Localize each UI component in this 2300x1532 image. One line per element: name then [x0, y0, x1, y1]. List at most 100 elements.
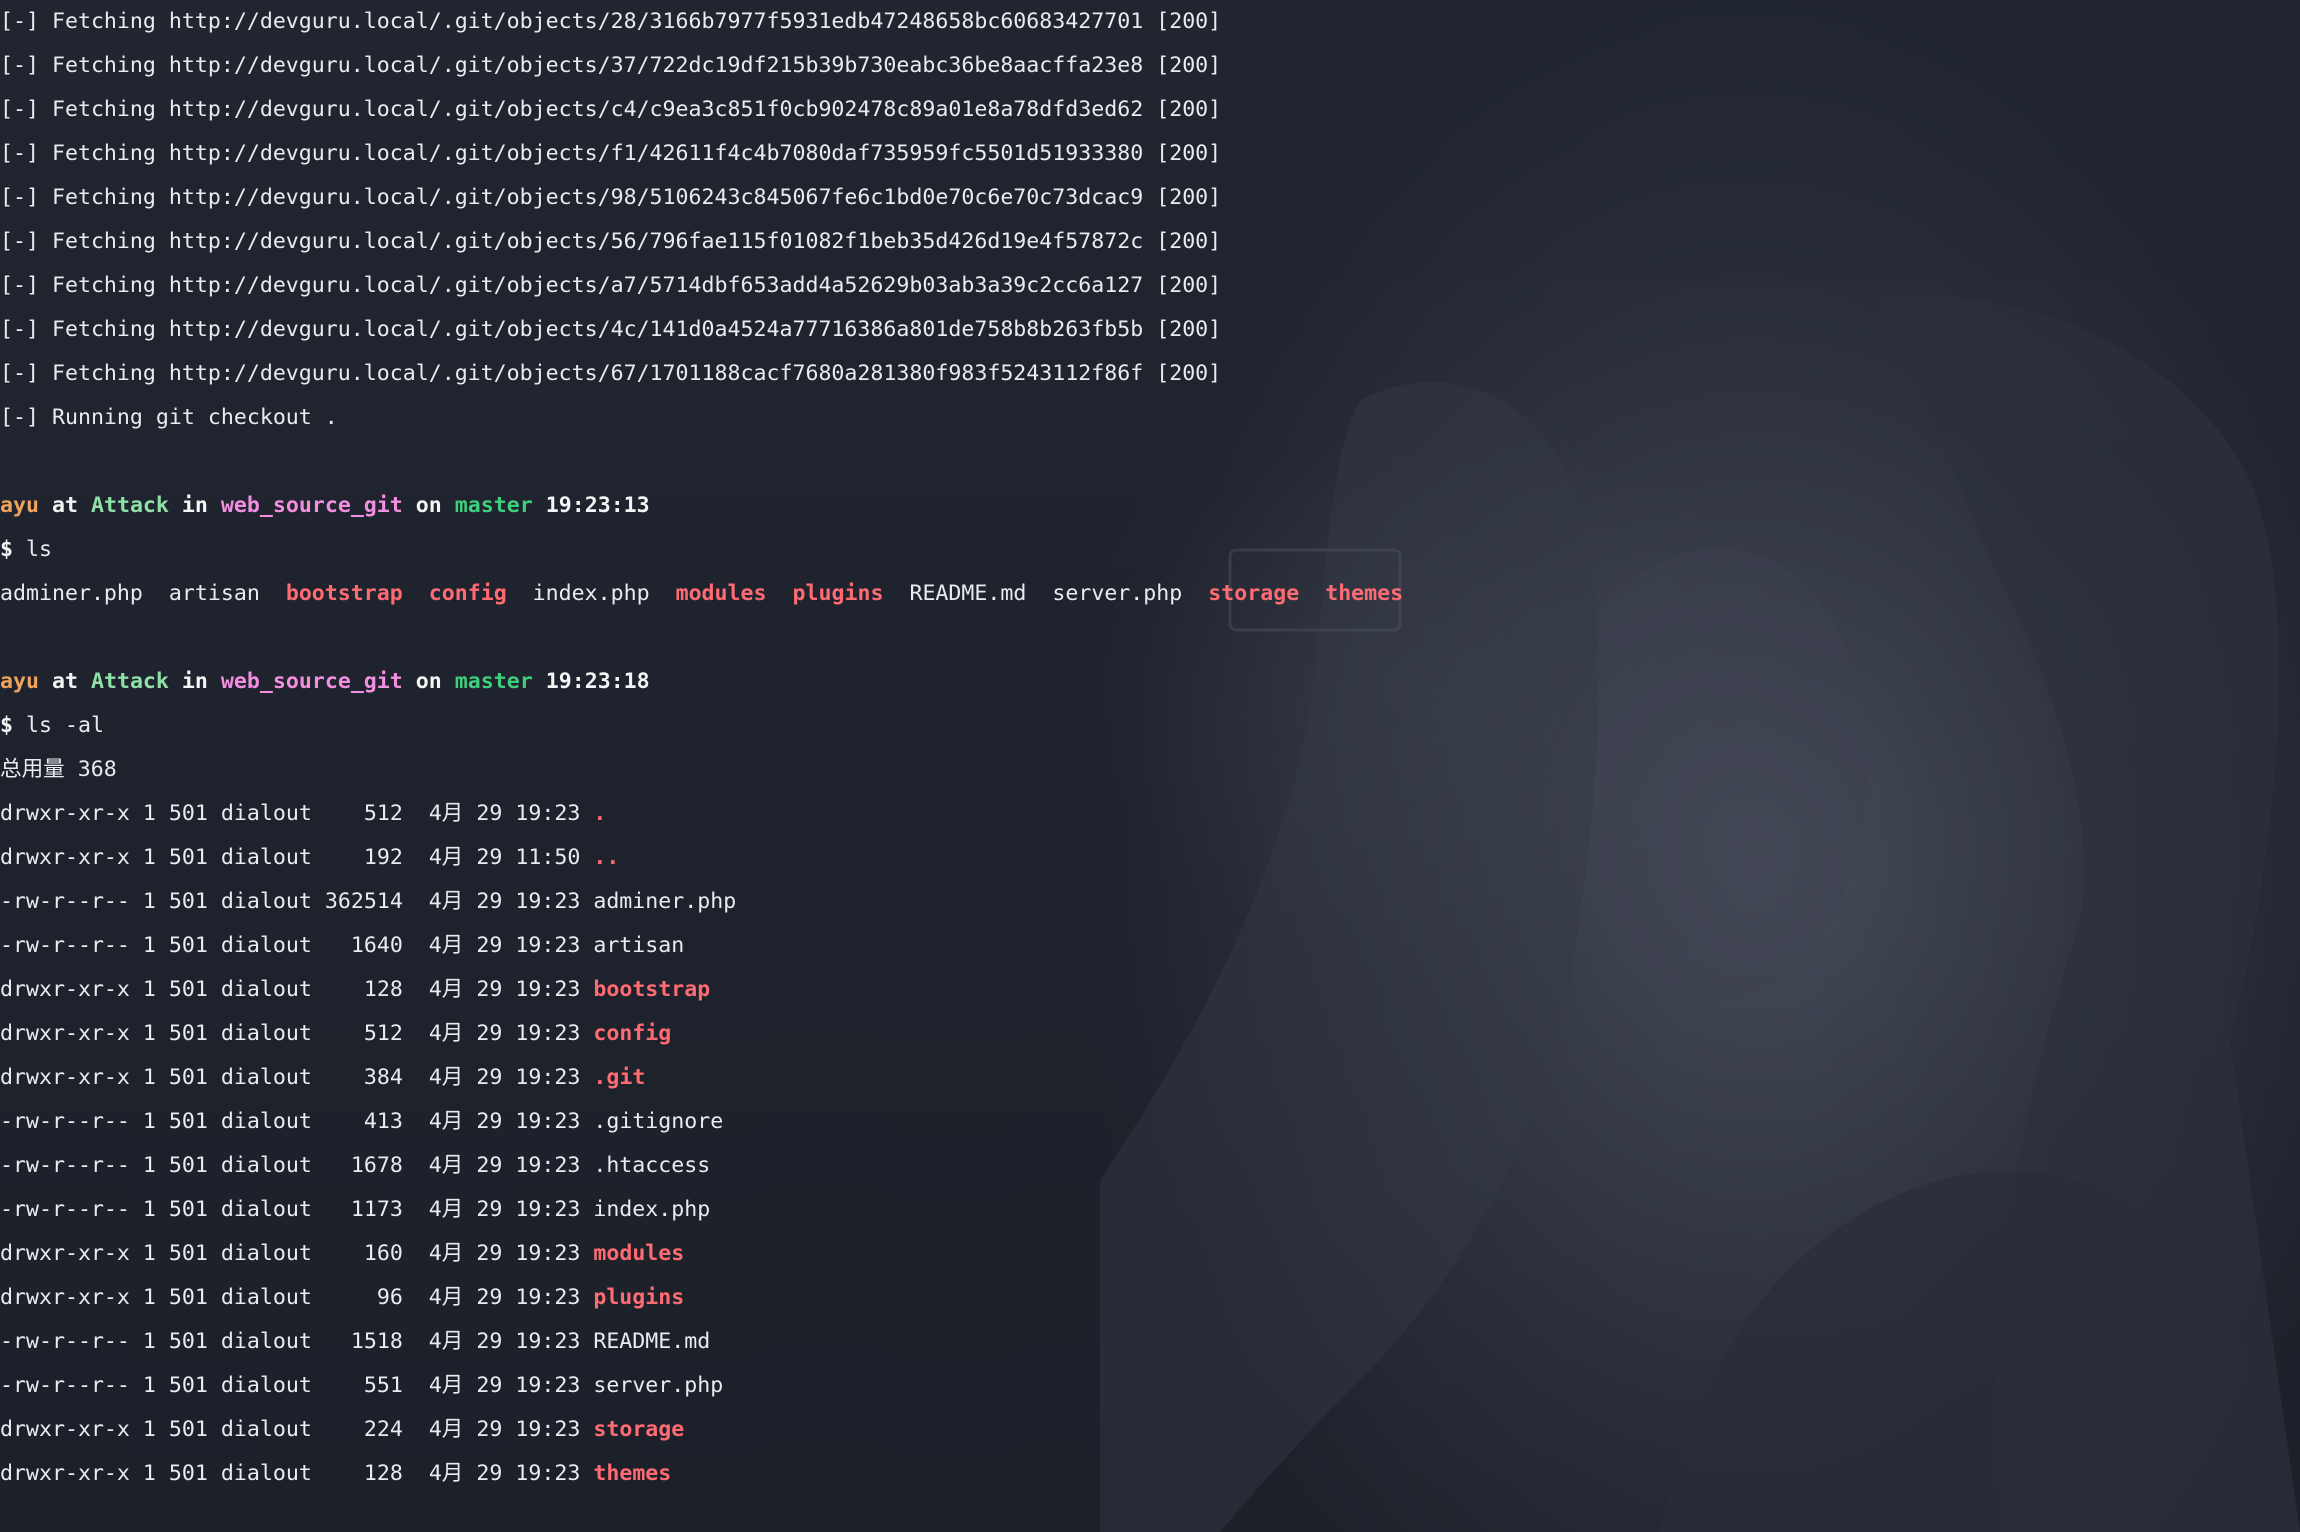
prompt-branch: master [454, 669, 533, 694]
ls-file-entry: index.php [532, 581, 650, 606]
ls-al-row: drwxr-xr-x 1 501 dialout 128 4月 29 19:23… [0, 968, 2300, 1012]
command-text: ls -al [26, 713, 104, 738]
file-permissions: drwxr-xr-x [0, 801, 130, 826]
file-owner: 501 [168, 933, 208, 958]
file-month: 4月 [428, 977, 464, 1002]
file-day: 29 [476, 1109, 503, 1134]
file-time: 19:23 [515, 1461, 581, 1486]
file-permissions: drwxr-xr-x [0, 1065, 130, 1090]
ls-al-row: drwxr-xr-x 1 501 dialout 512 4月 29 19:23… [0, 792, 2300, 836]
file-group: dialout [220, 1109, 312, 1134]
link-count: 1 [142, 1329, 156, 1354]
file-group: dialout [220, 801, 312, 826]
fetch-log-line: [-] Fetching http://devguru.local/.git/o… [0, 141, 1222, 166]
prompt-at: at [51, 493, 78, 518]
file-size: 384 [363, 1065, 403, 1090]
ls-al-row: -rw-r--r-- 1 501 dialout 1518 4月 29 19:2… [0, 1320, 2300, 1364]
ls-file-entry: adminer.php [0, 581, 143, 606]
file-group: dialout [220, 977, 312, 1002]
directory-name: .. [593, 845, 620, 870]
file-day: 29 [476, 1417, 503, 1442]
link-count: 1 [142, 977, 156, 1002]
file-month: 4月 [428, 1153, 464, 1178]
command-line-2[interactable]: $ ls -al [0, 704, 2300, 748]
link-count: 1 [142, 1153, 156, 1178]
link-count: 1 [142, 1461, 156, 1486]
file-size: 1678 [350, 1153, 403, 1178]
file-time: 19:23 [515, 1197, 581, 1222]
file-group: dialout [220, 1153, 312, 1178]
fetch-log-line: [-] Fetching http://devguru.local/.git/o… [0, 229, 1222, 254]
file-month: 4月 [428, 1329, 464, 1354]
file-time: 19:23 [515, 933, 581, 958]
fetch-log-line: [-] Fetching http://devguru.local/.git/o… [0, 53, 1222, 78]
file-name: index.php [593, 1197, 711, 1222]
file-owner: 501 [168, 1021, 208, 1046]
file-group: dialout [220, 1065, 312, 1090]
file-day: 29 [476, 933, 503, 958]
file-day: 29 [476, 1285, 503, 1310]
file-owner: 501 [168, 1065, 208, 1090]
file-day: 29 [476, 1153, 503, 1178]
command-line-1[interactable]: $ ls [0, 528, 2300, 572]
file-permissions: drwxr-xr-x [0, 1285, 130, 1310]
prompt-on: on [415, 493, 442, 518]
directory-name: . [593, 801, 607, 826]
link-count: 1 [142, 1373, 156, 1398]
terminal-window[interactable]: [-] Fetching http://devguru.local/.git/o… [0, 0, 2300, 1532]
command-text: ls [26, 537, 52, 562]
file-owner: 501 [168, 1197, 208, 1222]
file-owner: 501 [168, 1109, 208, 1134]
ls-al-row: -rw-r--r-- 1 501 dialout 1678 4月 29 19:2… [0, 1144, 2300, 1188]
file-size: 1173 [350, 1197, 403, 1222]
file-month: 4月 [428, 1461, 464, 1486]
file-day: 29 [476, 889, 503, 914]
file-owner: 501 [168, 977, 208, 1002]
file-size: 551 [363, 1373, 403, 1398]
file-owner: 501 [168, 845, 208, 870]
link-count: 1 [142, 1417, 156, 1442]
ls-directory-entry: modules [675, 581, 767, 606]
directory-name: themes [593, 1461, 672, 1486]
file-name: .gitignore [593, 1109, 724, 1134]
ls-al-row: drwxr-xr-x 1 501 dialout 192 4月 29 11:50… [0, 836, 2300, 880]
fetch-log-line: [-] Fetching http://devguru.local/.git/o… [0, 9, 1222, 34]
file-month: 4月 [428, 889, 464, 914]
file-time: 19:23 [515, 1109, 581, 1134]
file-time: 19:23 [515, 977, 581, 1002]
file-size: 362514 [324, 889, 403, 914]
file-permissions: drwxr-xr-x [0, 845, 130, 870]
ls-al-row: -rw-r--r-- 1 501 dialout 1640 4月 29 19:2… [0, 924, 2300, 968]
file-day: 29 [476, 1329, 503, 1354]
file-group: dialout [220, 1329, 312, 1354]
file-owner: 501 [168, 1461, 208, 1486]
prompt-dir: web_source_git [220, 669, 403, 694]
file-permissions: -rw-r--r-- [0, 1153, 130, 1178]
directory-name: .git [593, 1065, 646, 1090]
ls-al-row: drwxr-xr-x 1 501 dialout 384 4月 29 19:23… [0, 1056, 2300, 1100]
file-group: dialout [220, 889, 312, 914]
file-month: 4月 [428, 845, 464, 870]
prompt-time: 19:23:13 [545, 493, 650, 518]
file-owner: 501 [168, 1373, 208, 1398]
file-permissions: drwxr-xr-x [0, 1461, 130, 1486]
terminal-output: [-] Fetching http://devguru.local/.git/o… [0, 0, 2300, 1496]
file-time: 19:23 [515, 801, 581, 826]
ls-al-row: -rw-r--r-- 1 501 dialout 1173 4月 29 19:2… [0, 1188, 2300, 1232]
link-count: 1 [142, 889, 156, 914]
ls-file-entry: README.md [909, 581, 1027, 606]
ls-directory-entry: storage [1208, 581, 1300, 606]
fetch-log-line: [-] Fetching http://devguru.local/.git/o… [0, 317, 1222, 342]
prompt-line-2: ayu at Attack in web_source_git on maste… [0, 660, 2300, 704]
file-size: 128 [363, 977, 403, 1002]
fetch-log-line: [-] Fetching http://devguru.local/.git/o… [0, 97, 1222, 122]
fetch-log-line: [-] Running git checkout . [0, 405, 338, 430]
prompt-symbol: $ [0, 537, 13, 562]
file-month: 4月 [428, 1065, 464, 1090]
file-month: 4月 [428, 801, 464, 826]
file-day: 29 [476, 1065, 503, 1090]
file-permissions: drwxr-xr-x [0, 1021, 130, 1046]
file-time: 19:23 [515, 1285, 581, 1310]
file-permissions: -rw-r--r-- [0, 1329, 130, 1354]
